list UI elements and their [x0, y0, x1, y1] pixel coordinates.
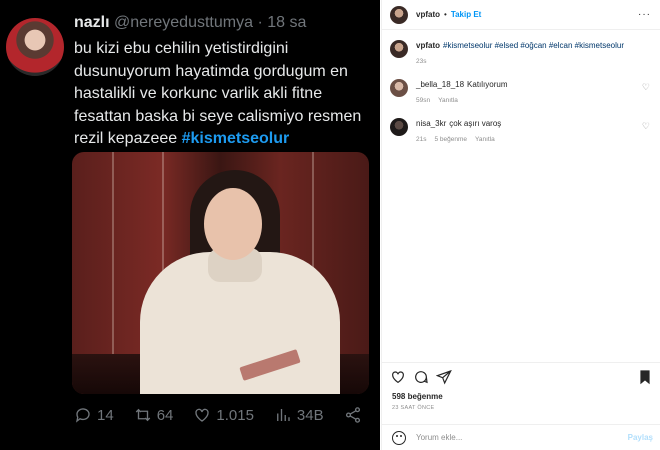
comment-time: 59sn	[416, 97, 431, 104]
header-separator: •	[444, 10, 447, 19]
comment-username[interactable]: _bella_18_18	[416, 80, 464, 89]
retweet-count: 64	[156, 406, 174, 424]
bookmark-icon[interactable]	[637, 369, 653, 385]
reply-count: 14	[97, 406, 114, 424]
post-comment-button[interactable]: Paylaş	[628, 433, 653, 442]
comment-likes[interactable]: 5 beğenme	[434, 134, 467, 145]
follow-button[interactable]: Takip Et	[451, 10, 482, 19]
caption-avatar[interactable]	[390, 40, 408, 58]
comment-username[interactable]: nisa_3kr	[416, 119, 446, 128]
tweet-separator: ·	[257, 14, 263, 31]
comment-input[interactable]	[416, 433, 616, 442]
reply-icon	[75, 408, 90, 423]
tweet-share	[344, 406, 362, 424]
commenter-avatar[interactable]	[390, 118, 408, 136]
caption-body: vpfato #kismetseolur #elsed #oğcan #elcan…	[416, 40, 624, 67]
tweet-author-name: nazlı	[74, 14, 110, 31]
likes-count[interactable]: 598 beğenme	[392, 392, 443, 401]
tweet-header: nazlı @nereyedusttumya · 18 sa	[74, 14, 306, 32]
tweet-media-photo	[72, 152, 369, 394]
comment-item: _bella_18_18 Katılıyorum 59sn Yanıtla	[390, 79, 508, 106]
woman-face	[204, 188, 262, 260]
reply-button[interactable]: Yanıtla	[475, 134, 495, 145]
comment-body: nisa_3kr çok aşırı varoş 21s 5 beğenme Yanı…	[416, 118, 501, 145]
comment-time: 21s	[416, 136, 427, 143]
author-avatar[interactable]	[390, 5, 408, 24]
post-header: vpfato • Takip Et ···	[382, 0, 660, 30]
tweet-reply: 14	[74, 406, 114, 424]
retweet-icon	[135, 408, 150, 422]
comment-like-icon[interactable]: ♡	[642, 121, 650, 132]
views-count: 34B	[296, 406, 324, 424]
tweet-avatar	[6, 18, 64, 76]
tweet-retweet: 64	[134, 406, 174, 424]
comment-text: Katılıyorum	[467, 80, 508, 89]
caption-hashtags[interactable]: #kismetseolur #elsed #oğcan #elcan #kism…	[443, 41, 624, 50]
instagram-post-panel: vpfato • Takip Et ··· vpfato #kismetseolu…	[381, 0, 660, 450]
views-icon	[276, 409, 290, 421]
like-icon	[195, 408, 210, 422]
comment-item: nisa_3kr çok aşırı varoş 21s 5 beğenme Yanı…	[390, 118, 501, 145]
tweet-like: 1.015	[193, 406, 254, 424]
tweet-actions: 14 64 1.015 34B	[74, 404, 374, 426]
tweet-image: nazlı @nereyedusttumya · 18 sa bu kizi e…	[0, 0, 380, 450]
share-icon	[345, 407, 360, 423]
tweet-text-tail: rezil kepazeee	[74, 130, 182, 147]
heart-icon[interactable]	[390, 369, 406, 385]
tweet-text-line: dusunuyorum hayatimda gordugum en	[74, 62, 348, 80]
tweet-author-handle: @nereyedusttumya	[114, 14, 253, 31]
commenter-avatar[interactable]	[390, 79, 408, 97]
caption: vpfato #kismetseolur #elsed #oğcan #elcan…	[390, 40, 624, 67]
like-count: 1.015	[216, 406, 254, 424]
comment-like-icon[interactable]: ♡	[642, 82, 650, 93]
reply-button[interactable]: Yanıtla	[438, 95, 458, 106]
more-options-icon[interactable]: ···	[638, 9, 651, 20]
tweet-time: 18 sa	[267, 14, 307, 31]
tweet-text-line: rezil kepazeee #kismetseolur	[74, 128, 374, 151]
screenshot-root: nazlı @nereyedusttumya · 18 sa bu kizi e…	[0, 0, 660, 450]
author-username[interactable]: vpfato	[416, 10, 440, 19]
comment-body: _bella_18_18 Katılıyorum 59sn Yanıtla	[416, 79, 508, 106]
share-icon[interactable]	[436, 369, 452, 385]
caption-username[interactable]: vpfato	[416, 41, 440, 50]
tweet-hashtag: #kismetseolur	[181, 130, 290, 147]
post-time: 23 SAAT ÖNCE	[392, 405, 435, 411]
comment-text: çok aşırı varoş	[449, 119, 502, 128]
tweet-text-line: hastalikli ve korkunc varlik akli fitne	[74, 85, 323, 102]
caption-time: 23s	[416, 58, 427, 65]
tweet-views: 34B	[274, 406, 324, 424]
tweet-text-line: bu kizi ebu cehilin yetistirdigini	[74, 40, 289, 57]
comment-composer: Paylaş	[382, 424, 660, 450]
post-action-bar	[382, 362, 660, 390]
tweet-text: bu kizi ebu cehilin yetistirdigini dusun…	[74, 38, 374, 151]
tweet-text-line: fesattan baska bi seye calismiyo resmen	[74, 107, 362, 125]
comment-icon[interactable]	[413, 369, 429, 385]
emoji-icon[interactable]	[392, 430, 406, 445]
